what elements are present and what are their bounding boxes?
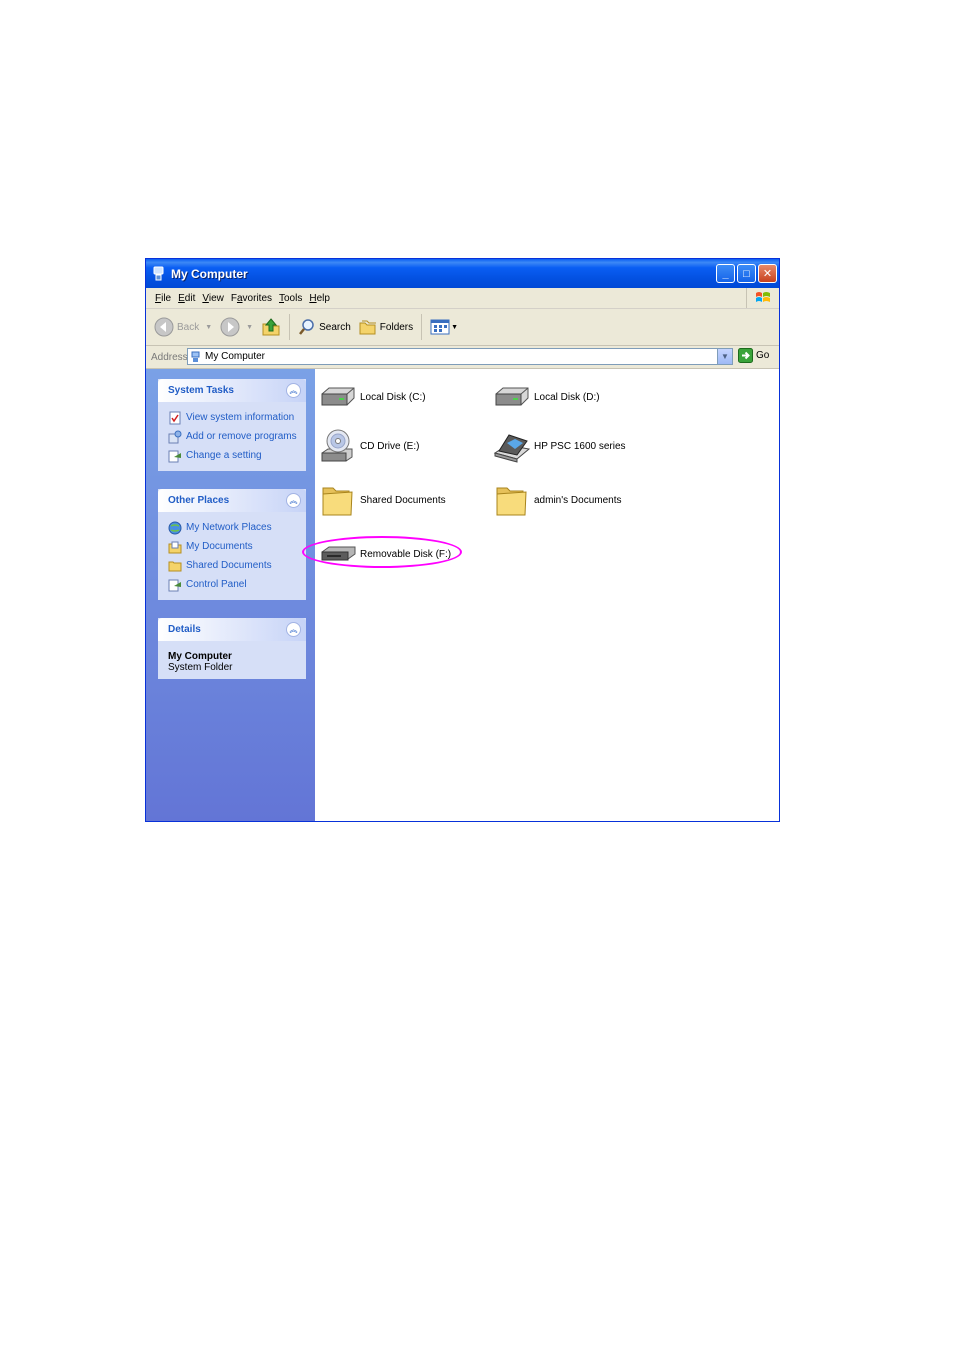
task-view-system-information[interactable]: View system information	[168, 408, 306, 427]
forward-dropdown-icon[interactable]: ▼	[246, 324, 253, 331]
views-button[interactable]: ▼	[430, 318, 458, 336]
up-button[interactable]	[261, 317, 281, 337]
my-computer-window: My Computer _ □ ✕ File Edit View Favorit…	[145, 258, 780, 822]
views-dropdown-icon: ▼	[451, 323, 459, 331]
place-my-documents[interactable]: My Documents	[168, 537, 306, 556]
system-information-icon	[169, 411, 181, 424]
details-panel: Details ︽ My Computer System Folder	[158, 618, 306, 679]
details-type: System Folder	[168, 662, 233, 673]
folder-icon	[168, 561, 182, 571]
details-name: My Computer	[168, 651, 232, 662]
hard-drive-icon	[321, 387, 355, 406]
collapse-chevron-icon[interactable]: ︽	[286, 493, 301, 508]
other-places-panel: Other Places ︽ My Network Places My Docu…	[158, 489, 306, 600]
back-dropdown-icon[interactable]: ▼	[205, 324, 212, 331]
place-my-network-places[interactable]: My Network Places	[168, 518, 306, 537]
menu-help[interactable]: Help	[309, 293, 330, 304]
scanner-icon	[493, 434, 531, 463]
folder-admins-documents[interactable]: admin's Documents	[493, 481, 622, 519]
window-title: My Computer	[171, 266, 248, 281]
place-shared-documents[interactable]: Shared Documents	[168, 556, 306, 575]
maximize-button[interactable]: □	[737, 264, 756, 283]
my-computer-icon	[191, 351, 200, 362]
system-tasks-panel: System Tasks ︽ View system information A…	[158, 379, 306, 471]
menu-bar: File Edit View Favorites Tools Help	[146, 288, 779, 309]
hard-drive-icon	[495, 387, 529, 406]
views-icon	[430, 319, 450, 335]
search-icon	[299, 319, 314, 335]
toolbar-separator	[421, 314, 423, 340]
address-label: Address	[151, 351, 188, 363]
network-places-icon	[168, 521, 182, 534]
drive-local-c[interactable]: Local Disk (C:)	[319, 378, 426, 416]
task-change-setting[interactable]: Change a setting	[168, 446, 306, 465]
back-arrow-icon	[154, 317, 174, 337]
cd-drive-icon	[321, 429, 353, 462]
collapse-chevron-icon[interactable]: ︽	[286, 383, 301, 398]
control-panel-icon	[168, 450, 181, 462]
task-pane: System Tasks ︽ View system information A…	[146, 369, 315, 821]
drive-cd-e[interactable]: CD Drive (E:)	[319, 427, 419, 465]
toolbar-separator	[289, 314, 291, 340]
forward-button[interactable]: ▼	[220, 317, 253, 337]
go-button[interactable]: Go	[738, 348, 769, 363]
address-input[interactable]: My Computer ▼	[187, 348, 733, 365]
standard-toolbar: Back ▼ ▼ Search Folders ▼	[146, 309, 779, 346]
search-button[interactable]: Search	[298, 318, 351, 336]
highlight-ellipse	[302, 536, 462, 568]
address-dropdown-icon[interactable]: ▼	[717, 349, 732, 364]
folder-icon	[322, 487, 353, 516]
system-tasks-header[interactable]: System Tasks ︽	[158, 379, 306, 402]
folders-icon	[359, 320, 376, 335]
printer-hp-psc-1600[interactable]: HP PSC 1600 series	[493, 427, 626, 465]
menu-favorites[interactable]: Favorites	[231, 293, 272, 304]
windows-flag-icon	[746, 288, 779, 308]
folders-button[interactable]: Folders	[359, 318, 413, 336]
task-add-remove-programs[interactable]: Add or remove programs	[168, 427, 306, 446]
address-bar: Address My Computer ▼ Go	[146, 346, 779, 369]
my-computer-icon	[153, 266, 164, 280]
folder-up-icon	[262, 318, 280, 336]
menu-file[interactable]: File	[155, 293, 171, 304]
collapse-chevron-icon[interactable]: ︽	[286, 622, 301, 637]
forward-arrow-icon	[220, 317, 240, 337]
drive-local-d[interactable]: Local Disk (D:)	[493, 378, 600, 416]
folder-icon	[496, 487, 527, 516]
details-header[interactable]: Details ︽	[158, 618, 306, 641]
control-panel-icon	[168, 579, 181, 591]
minimize-button[interactable]: _	[716, 264, 735, 283]
back-button[interactable]: Back ▼	[154, 317, 212, 337]
menu-view[interactable]: View	[202, 293, 224, 304]
menu-edit[interactable]: Edit	[178, 293, 195, 304]
my-documents-icon	[168, 541, 182, 553]
title-bar[interactable]: My Computer _ □ ✕	[146, 259, 779, 288]
go-arrow-icon	[738, 348, 753, 363]
other-places-header[interactable]: Other Places ︽	[158, 489, 306, 512]
close-button[interactable]: ✕	[758, 264, 777, 283]
folder-shared-documents[interactable]: Shared Documents	[319, 481, 446, 519]
file-list-view: Local Disk (C:) Local Disk (D:) CD Drive…	[315, 369, 779, 821]
add-remove-programs-icon	[168, 430, 182, 443]
place-control-panel[interactable]: Control Panel	[168, 575, 306, 594]
menu-tools[interactable]: Tools	[279, 293, 302, 304]
